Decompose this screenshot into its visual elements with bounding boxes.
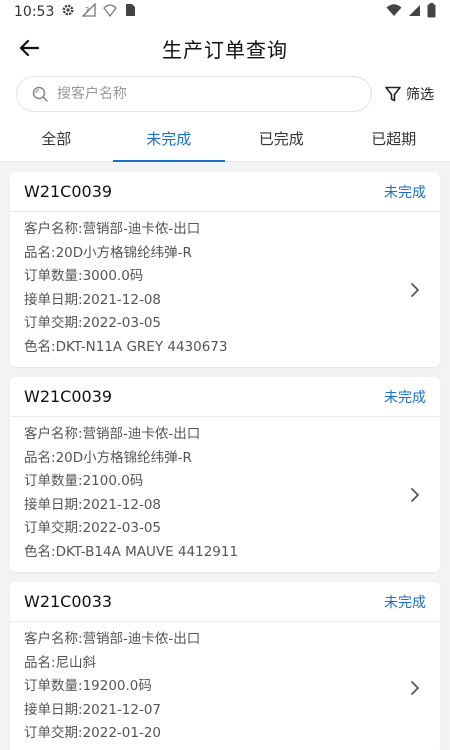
delivery-date-field: 订单交期: 2022-01-20 (24, 722, 426, 746)
order-date-field: 接单日期: 2021-12-07 (24, 699, 426, 723)
field-label: 品名: (24, 449, 56, 466)
status-tabs: 全部 未完成 已完成 已超期 (0, 116, 450, 162)
order-card[interactable]: W21C0039 未完成 客户名称: 营销部-迪卡侬-出口 品名: 20D小方格… (10, 172, 440, 367)
search-icon (32, 86, 48, 102)
order-card-header: W21C0039 未完成 (10, 172, 440, 212)
field-label: 接单日期: (24, 291, 83, 308)
back-button[interactable] (14, 34, 44, 62)
field-value: 19200.0码 (82, 678, 152, 694)
field-value: 2021-12-07 (82, 701, 162, 718)
order-list: W21C0039 未完成 客户名称: 营销部-迪卡侬-出口 品名: 20D小方格… (0, 162, 450, 750)
field-label: 色名: (24, 543, 56, 560)
field-label: 品名: (24, 654, 56, 671)
field-value: 2100.0码 (82, 473, 144, 489)
tab-overdue[interactable]: 已超期 (338, 116, 450, 161)
search-input[interactable] (57, 86, 357, 102)
customer-name-field: 客户名称: 营销部-迪卡侬-出口 (24, 423, 426, 447)
field-label: 订单数量: (24, 473, 83, 489)
field-label: 色名: (24, 338, 56, 355)
tab-all[interactable]: 全部 (0, 116, 113, 161)
tab-completed[interactable]: 已完成 (225, 116, 338, 161)
gear-icon (61, 3, 75, 21)
page-title: 生产订单查询 (162, 37, 288, 62)
customer-name-field: 客户名称: 营销部-迪卡侬-出口 (24, 628, 426, 652)
delivery-date-field: 订单交期: 2022-03-05 (24, 312, 426, 336)
field-label: 订单数量: (24, 678, 83, 694)
order-date-field: 接单日期: 2021-12-08 (24, 289, 426, 313)
field-label: 订单交期: (24, 725, 83, 741)
field-value: 20D小方格锦纶纬弹-R (55, 244, 192, 261)
order-quantity-field: 订单数量: 2100.0码 (24, 470, 426, 494)
color-name-field: 色名: DKT-N11A GREY 4430673 (24, 336, 426, 360)
arrow-left-icon (19, 39, 40, 57)
order-card[interactable]: W21C0039 未完成 客户名称: 营销部-迪卡侬-出口 品名: 20D小方格… (10, 377, 440, 572)
customer-name-field: 客户名称: 营销部-迪卡侬-出口 (24, 218, 426, 242)
search-row: 筛选 (0, 72, 450, 116)
field-value: 2021-12-08 (82, 496, 162, 513)
field-label: 接单日期: (24, 496, 83, 513)
status-bar: 10:53 ? (0, 0, 450, 24)
delivery-date-field: 订单交期: 2022-03-05 (24, 517, 426, 541)
order-number: W21C0039 (24, 387, 113, 406)
field-label: 订单数量: (24, 268, 83, 284)
order-card[interactable]: W21C0033 未完成 客户名称: 营销部-迪卡侬-出口 品名: 尼山斜 订单… (10, 582, 440, 750)
filter-icon (385, 86, 401, 102)
field-label: 客户名称: (24, 426, 83, 442)
order-card-body: 客户名称: 营销部-迪卡侬-出口 品名: 20D小方格锦纶纬弹-R 订单数量: … (10, 417, 440, 572)
battery-icon (427, 2, 436, 22)
field-value: 20D小方格锦纶纬弹-R (55, 449, 192, 466)
product-name-field: 品名: 20D小方格锦纶纬弹-R (24, 447, 426, 471)
order-date-field: 接单日期: 2021-12-08 (24, 494, 426, 518)
order-card-body: 客户名称: 营销部-迪卡侬-出口 品名: 尼山斜 订单数量: 19200.0码 … (10, 622, 440, 750)
status-right (386, 2, 436, 22)
field-value: 营销部-迪卡侬-出口 (82, 631, 201, 647)
product-name-field: 品名: 20D小方格锦纶纬弹-R (24, 242, 426, 266)
order-quantity-field: 订单数量: 3000.0码 (24, 265, 426, 289)
order-card-header: W21C0039 未完成 (10, 377, 440, 417)
field-value: DKT-N11A GREY 4430673 (55, 338, 228, 355)
field-label: 接单日期: (24, 701, 83, 718)
status-badge: 未完成 (384, 184, 426, 201)
status-time: 10:53 (14, 4, 55, 20)
signal-icon (408, 4, 421, 21)
color-name-field: 色名: DKT-B14A MAUVE 4412911 (24, 541, 426, 565)
field-value: 营销部-迪卡侬-出口 (82, 426, 201, 442)
field-label: 客户名称: (24, 631, 83, 647)
sim-card-icon (124, 3, 136, 21)
order-number: W21C0039 (24, 182, 113, 201)
chevron-right-icon[interactable] (410, 487, 420, 503)
status-left: 10:53 ? (14, 2, 136, 21)
chevron-right-icon[interactable] (410, 282, 420, 298)
field-value: 2022-03-05 (82, 520, 162, 536)
field-value: 尼山斜 (55, 654, 97, 671)
svg-text:?: ? (85, 6, 89, 15)
field-label: 订单交期: (24, 315, 83, 331)
status-badge: 未完成 (384, 389, 426, 406)
field-label: 品名: (24, 244, 56, 261)
chevron-right-icon[interactable] (410, 680, 420, 696)
status-badge: 未完成 (384, 594, 426, 611)
field-value: 2022-03-05 (82, 315, 162, 331)
filter-label: 筛选 (406, 87, 434, 103)
no-signal-icon: ? (81, 2, 97, 21)
field-value: DKT-B14A MAUVE 4412911 (55, 543, 239, 560)
field-value: 3000.0码 (82, 268, 144, 284)
product-name-field: 品名: 尼山斜 (24, 652, 426, 676)
wifi-off-icon (103, 3, 118, 21)
field-value: 2022-01-20 (82, 725, 162, 741)
field-label: 订单交期: (24, 520, 83, 536)
field-value: 营销部-迪卡侬-出口 (82, 221, 201, 237)
tab-incomplete[interactable]: 未完成 (112, 116, 226, 162)
order-card-body: 客户名称: 营销部-迪卡侬-出口 品名: 20D小方格锦纶纬弹-R 订单数量: … (10, 212, 440, 367)
filter-button[interactable]: 筛选 (384, 84, 434, 104)
order-number: W21C0033 (24, 592, 113, 611)
field-value: 2021-12-08 (82, 291, 162, 308)
field-label: 客户名称: (24, 221, 83, 237)
wifi-icon (386, 3, 402, 21)
order-quantity-field: 订单数量: 19200.0码 (24, 675, 426, 699)
app-header: 生产订单查询 (0, 24, 450, 72)
search-box[interactable] (16, 76, 372, 112)
order-card-header: W21C0033 未完成 (10, 582, 440, 622)
